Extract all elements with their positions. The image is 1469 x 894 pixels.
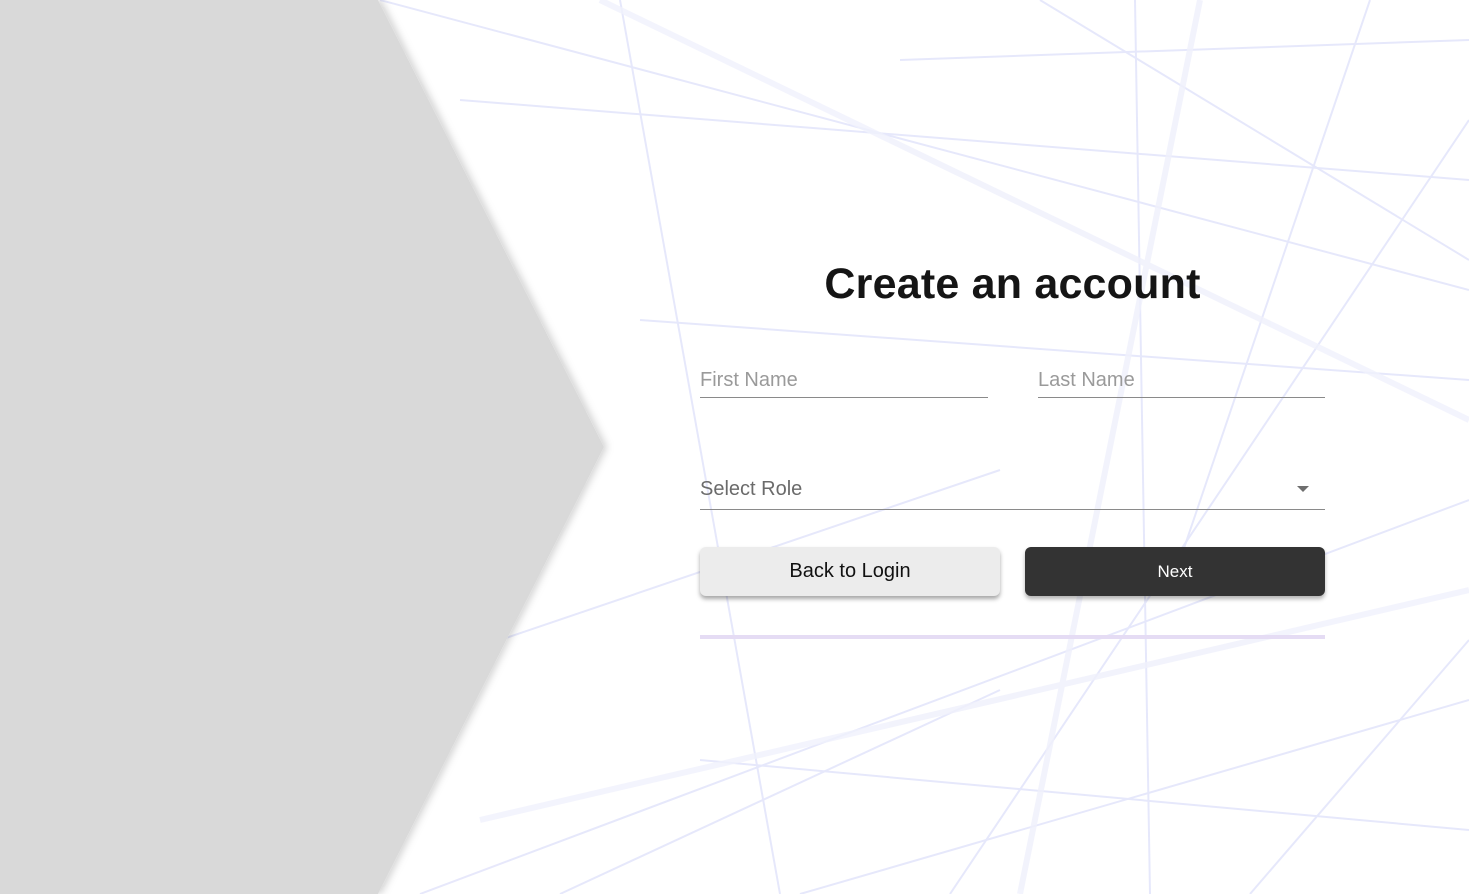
caret-down-icon[interactable] [1297,486,1309,492]
next-button[interactable]: Next [1025,547,1325,596]
role-select[interactable]: Select Role [700,475,1325,510]
progress-bar [700,635,1325,639]
first-name-field[interactable] [700,365,988,398]
last-name-field[interactable] [1038,365,1325,398]
decorative-side-panel [0,0,604,894]
first-name-input[interactable] [700,365,988,395]
last-name-input[interactable] [1038,365,1325,395]
back-to-login-button[interactable]: Back to Login [700,547,1000,596]
role-select-label: Select Role [700,478,803,500]
signup-page: Create an account Select Role Back to Lo… [0,0,1469,894]
page-title: Create an account [824,260,1201,308]
